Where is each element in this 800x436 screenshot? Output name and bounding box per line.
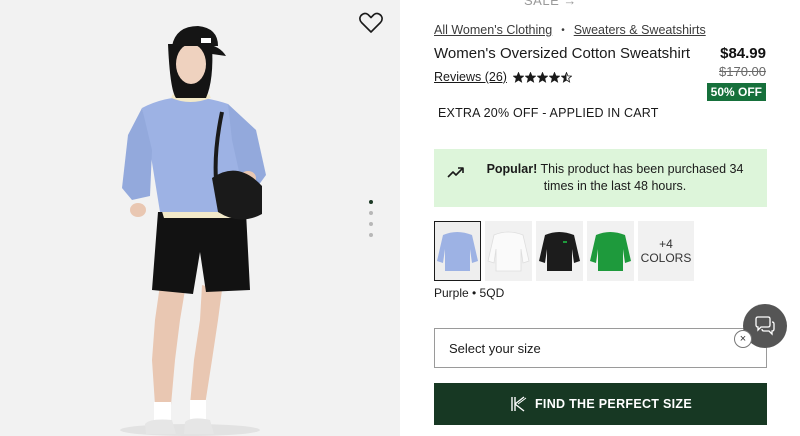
breadcrumb-link-sweaters[interactable]: Sweaters & Sweatshirts — [574, 23, 706, 37]
sweatshirt-white-image — [487, 231, 530, 272]
sweatshirt-green-image — [590, 232, 631, 271]
gallery-dot[interactable] — [369, 222, 373, 226]
more-colors-label: COLORS — [640, 251, 692, 265]
size-select-placeholder: Select your size — [449, 340, 541, 356]
size-select[interactable]: Select your size — [434, 328, 767, 368]
k-logo-icon — [511, 396, 527, 412]
trending-up-icon — [447, 167, 464, 178]
more-colors-button[interactable]: +4 COLORS — [638, 221, 694, 281]
reviews-summary: Reviews (26) — [434, 70, 572, 84]
color-swatch-purple[interactable] — [434, 221, 481, 281]
find-perfect-size-label: FIND THE PERFECT SIZE — [534, 397, 692, 411]
sale-link[interactable]: SALE → — [524, 0, 577, 8]
breadcrumb-link-womens-clothing[interactable]: All Women's Clothing — [434, 23, 552, 37]
find-perfect-size-button[interactable]: FIND THE PERFECT SIZE — [434, 383, 767, 425]
popular-notice: Popular! This product has been purchased… — [434, 149, 767, 207]
star-full-icon — [548, 71, 560, 83]
heart-outline-icon[interactable] — [358, 11, 384, 35]
gallery-dot[interactable] — [369, 211, 373, 215]
popular-label: Popular! — [486, 162, 538, 176]
product-info-panel: SALE → All Women's Clothing • Sweaters &… — [400, 0, 800, 436]
color-swatches: +4 COLORS — [434, 221, 694, 281]
breadcrumb: All Women's Clothing • Sweaters & Sweats… — [434, 23, 706, 37]
star-full-icon — [512, 71, 524, 83]
star-half-icon — [560, 71, 572, 83]
popular-text: Popular! This product has been purchased… — [470, 161, 760, 195]
chat-icon — [755, 316, 775, 336]
reviews-link[interactable]: Reviews (26) — [434, 70, 507, 84]
star-full-icon — [524, 71, 536, 83]
sale-price: $84.99 — [720, 45, 766, 62]
popular-detail: This product has been purchased 34 times… — [537, 162, 744, 193]
product-image-gallery — [0, 0, 400, 436]
discount-badge: 50% OFF — [706, 83, 766, 101]
product-photo[interactable] — [0, 0, 400, 436]
sweatshirt-purple-image — [437, 232, 478, 271]
color-swatch-black[interactable] — [536, 221, 583, 281]
sweatshirt-black-image — [539, 232, 580, 271]
star-rating — [512, 71, 572, 83]
breadcrumb-separator: • — [561, 24, 565, 36]
selected-color-caption: Purple • 5QD — [434, 286, 505, 300]
gallery-dot[interactable] — [369, 200, 373, 204]
promo-message: EXTRA 20% OFF - APPLIED IN CART — [438, 106, 659, 120]
chat-close-button[interactable]: × — [734, 330, 752, 348]
more-colors-count: +4 — [659, 237, 673, 251]
gallery-dots — [368, 200, 374, 244]
product-title: Women's Oversized Cotton Sweatshirt — [434, 45, 691, 62]
original-price: $170.00 — [719, 64, 766, 79]
color-swatch-white[interactable] — [485, 221, 532, 281]
color-swatch-green[interactable] — [587, 221, 634, 281]
gallery-dot[interactable] — [369, 233, 373, 237]
star-full-icon — [536, 71, 548, 83]
